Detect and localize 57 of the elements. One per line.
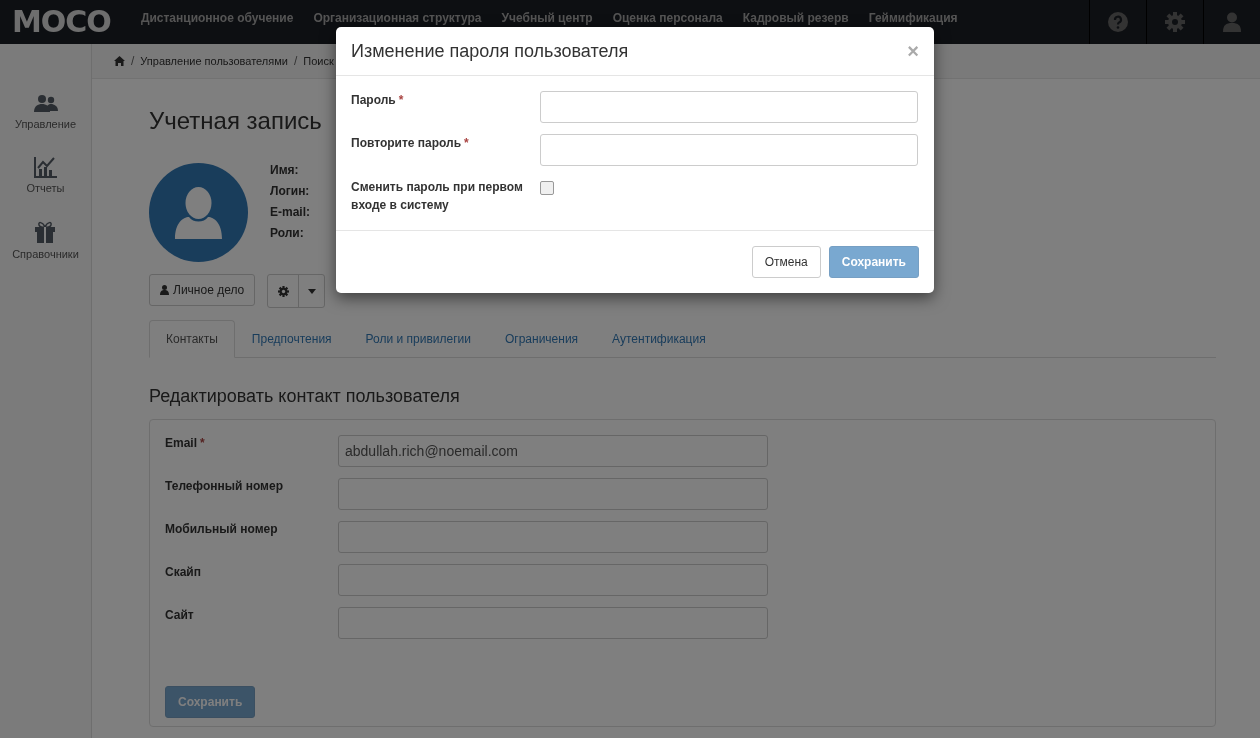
- tab[interactable]: Роли и привилегии: [348, 320, 488, 358]
- nav-item[interactable]: Оценка персонала: [602, 11, 733, 25]
- modal-title: Изменение пароля пользователя: [351, 40, 629, 62]
- home-icon[interactable]: [114, 56, 125, 66]
- checkbox[interactable]: [540, 181, 554, 195]
- password-field[interactable]: [540, 134, 918, 166]
- checkbox-label: Сменить пароль при первом входе в систему: [351, 179, 524, 214]
- user-icon[interactable]: [1223, 12, 1241, 32]
- breadcrumb-link[interactable]: Поиск: [303, 55, 334, 67]
- settings-icon[interactable]: [1165, 12, 1185, 32]
- avatar-icon: [149, 163, 248, 262]
- field-label: Сайт: [165, 607, 195, 624]
- field-label: E-mail:: [270, 205, 310, 219]
- settings-dropdown-button[interactable]: [267, 274, 326, 308]
- tab[interactable]: Предпочтения: [234, 320, 349, 358]
- chart-icon: [33, 156, 58, 178]
- sidebar-item[interactable]: Управление: [14, 118, 77, 130]
- logo[interactable]: MOCO: [0, 0, 131, 44]
- sidebar-item[interactable]: Отчеты: [26, 182, 65, 194]
- field-label: Телефонный номер: [165, 478, 284, 495]
- nav-item[interactable]: Геймификация: [858, 11, 968, 25]
- nav-item[interactable]: Организационная структура: [303, 11, 492, 25]
- field-label: Повторите пароль *: [351, 135, 470, 152]
- input-field[interactable]: [338, 478, 768, 510]
- close-button[interactable]: ×: [907, 39, 919, 63]
- tab[interactable]: Ограничения: [487, 320, 596, 358]
- field-label: Мобильный номер: [165, 521, 279, 538]
- breadcrumb-separator: /: [131, 54, 135, 68]
- field-label: Скайп: [165, 564, 202, 581]
- nav-item[interactable]: Кадровый резерв: [732, 11, 859, 25]
- breadcrumb-link[interactable]: Управление пользователями: [140, 55, 288, 67]
- help-icon[interactable]: [1108, 12, 1128, 32]
- section-title: Редактировать контакт пользователя: [149, 386, 461, 407]
- field-label: Email *: [165, 435, 206, 452]
- password-field[interactable]: [540, 91, 918, 123]
- field-label: Логин:: [270, 184, 310, 198]
- user-icon: [160, 285, 169, 295]
- personal-file-button[interactable]: Личное дело: [149, 274, 256, 306]
- input-field[interactable]: [338, 607, 768, 639]
- input-field[interactable]: [338, 521, 768, 553]
- page-title: Учетная запись: [149, 107, 323, 135]
- field-label: Пароль *: [351, 92, 405, 109]
- breadcrumb-separator: /: [293, 54, 298, 68]
- nav-item[interactable]: Дистанционное обучение: [130, 11, 304, 25]
- tab[interactable]: Аутентификация: [595, 320, 723, 358]
- settings-icon: [277, 285, 289, 297]
- input-field[interactable]: [338, 564, 768, 596]
- nav-item[interactable]: Учебный центр: [491, 11, 603, 25]
- field-label: Имя:: [270, 163, 300, 177]
- caret-icon: [307, 288, 316, 294]
- field-label: Роли:: [270, 226, 305, 240]
- gift-icon: [34, 220, 57, 244]
- users-icon: [33, 94, 58, 114]
- input-field[interactable]: abdullah.rich@noemail.com: [338, 435, 768, 467]
- tab[interactable]: Контакты: [149, 320, 235, 358]
- sidebar-item[interactable]: Справочники: [12, 248, 79, 260]
- cancel-button[interactable]: Отмена: [751, 246, 821, 278]
